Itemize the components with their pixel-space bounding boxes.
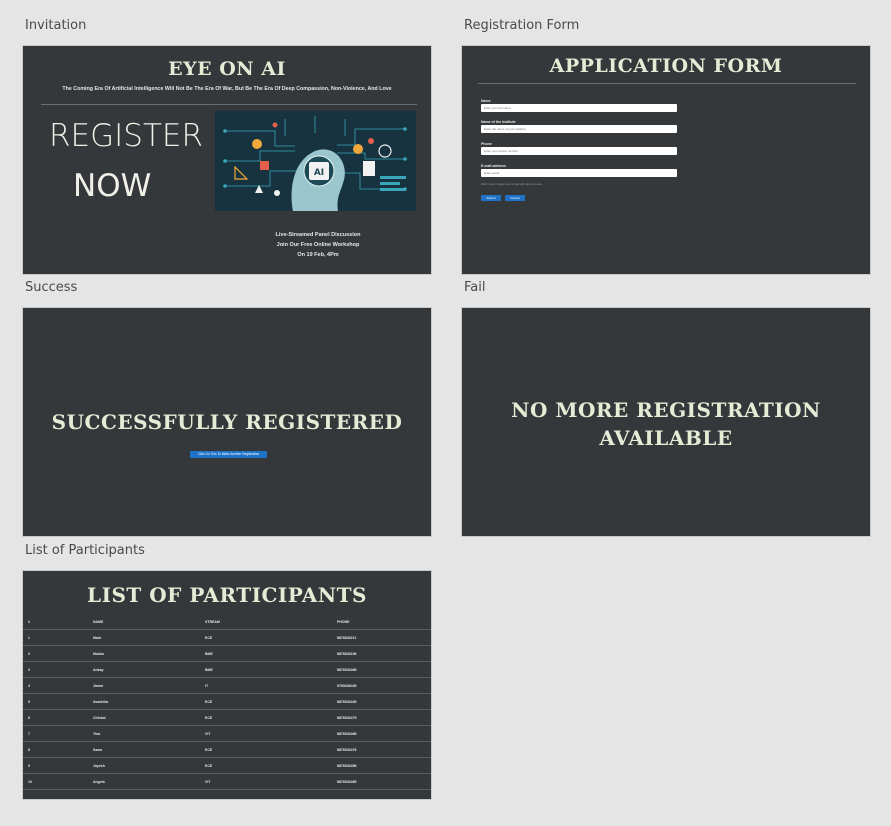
now-text: NOW [73, 168, 152, 204]
cell-name: Tina [93, 725, 205, 742]
cell-stream: ECE [205, 709, 337, 726]
success-title: SUCCESSFULLY REGISTERED [51, 410, 403, 434]
cell-phone: 8876543466 [337, 661, 431, 678]
participants-table: # NAME STREAM PHONE 1 Mark ECE 8876543211 2… [23, 615, 431, 790]
cell-number: 4 [23, 677, 93, 694]
participants-title: LIST OF PARTICIPANTS [87, 583, 367, 607]
event-info: Live-Streamed Panel Discussion Join Our … [253, 230, 383, 260]
event-info-line3: On 19 Feb, 4Pm [297, 252, 339, 258]
table-row: 6 Chinkal ECE 6876543475 [23, 709, 431, 726]
table-row: 5 Avashika ECE 6876543445 [23, 693, 431, 710]
phone-input[interactable] [481, 147, 677, 155]
cell-stream: BME [205, 661, 337, 678]
institute-label: Name of the Institute [481, 120, 516, 124]
divider [478, 83, 856, 84]
success-frame[interactable]: SUCCESSFULLY REGISTERED Click On This To… [22, 307, 432, 537]
ai-circuit-head-icon: AI [215, 111, 416, 211]
frame-label-participants: List of Participants [25, 543, 145, 558]
event-info-line2: Join Our Free Online Workshop [276, 242, 360, 248]
cell-stream: VIT [205, 773, 337, 790]
invitation-frame[interactable]: EYE ON AI The Coming Era Of Artificial I… [22, 45, 432, 275]
ai-badge: AI [314, 168, 324, 178]
email-label: E-mail address [481, 164, 506, 168]
email-input[interactable] [481, 169, 677, 177]
cell-stream: BME [205, 645, 337, 662]
cancel-button[interactable]: Cancel [505, 195, 525, 201]
cell-number: 8 [23, 741, 93, 758]
cell-name: Avashika [93, 693, 205, 710]
cell-number: 2 [23, 645, 93, 662]
cell-name: Ankay [93, 661, 205, 678]
table-row: 3 Ankay BME 8876543466 [23, 661, 431, 678]
cell-number: 9 [23, 757, 93, 774]
another-registration-button[interactable]: Click On This To Make Another Registrati… [190, 451, 267, 458]
fail-title-line2: AVAILABLE [599, 426, 733, 450]
registration-form-frame[interactable]: APPLICATION FORM Name Name of the Instit… [461, 45, 871, 275]
cell-number: 1 [23, 629, 93, 646]
cell-stream: IT [205, 677, 337, 694]
table-row: 10 Angela VIT 8876543465 [23, 773, 431, 790]
cell-phone: 6876543466 [337, 725, 431, 742]
column-header-name: NAME [93, 615, 205, 630]
cell-phone: 8876543465 [337, 773, 431, 790]
cell-name: Jimmi [93, 677, 205, 694]
cell-name: Mukku [93, 645, 205, 662]
table-header-row: # NAME STREAM PHONE [23, 615, 431, 630]
cell-number: 10 [23, 773, 93, 790]
table-row: 8 Sawn ECE 6876543476 [23, 741, 431, 758]
cell-stream: ECE [205, 693, 337, 710]
fail-title: NO MORE REGISTRATION AVAILABLE [462, 396, 870, 452]
cell-phone: 6876543246 [337, 645, 431, 662]
ai-illustration: AI [215, 111, 416, 211]
cell-number: 6 [23, 709, 93, 726]
cell-number: 7 [23, 725, 93, 742]
phone-label: Phone [481, 142, 492, 146]
cell-number: 5 [23, 693, 93, 710]
name-label: Name [481, 99, 491, 103]
fail-frame[interactable]: NO MORE REGISTRATION AVAILABLE [461, 307, 871, 537]
cell-name: Jayesh [93, 757, 205, 774]
cell-stream: ECE [205, 757, 337, 774]
cell-phone: 6876543476 [337, 741, 431, 758]
frame-label-invitation: Invitation [25, 18, 87, 33]
cell-phone: 8876543211 [337, 629, 431, 646]
cell-stream: VIT [205, 725, 337, 742]
cell-phone: 9765436445 [337, 677, 431, 694]
table-row: 1 Mark ECE 8876543211 [23, 629, 431, 646]
cell-stream: ECE [205, 741, 337, 758]
cell-name: Chinkal [93, 709, 205, 726]
cell-name: Mark [93, 629, 205, 646]
table-row: 9 Jayesh ECE 6876543456 [23, 757, 431, 774]
institute-input[interactable] [481, 125, 677, 133]
cell-phone: 6876543456 [337, 757, 431, 774]
event-info-line1: Live-Streamed Panel Discussion [275, 232, 361, 238]
frame-label-registration-form: Registration Form [464, 18, 580, 33]
cell-name: Sawn [93, 741, 205, 758]
form-title: APPLICATION FORM [549, 55, 783, 77]
column-header-number: # [23, 615, 93, 630]
submit-button[interactable]: Submit [481, 195, 501, 201]
frame-label-fail: Fail [464, 280, 486, 295]
invitation-subtitle: The Coming Era Of Artificial Intelligenc… [62, 86, 392, 92]
cell-stream: ECE [205, 629, 337, 646]
cell-phone: 6876543445 [337, 693, 431, 710]
table-row: 4 Jimmi IT 9765436445 [23, 677, 431, 694]
cell-name: Angela [93, 773, 205, 790]
table-row: 2 Mukku BME 6876543246 [23, 645, 431, 662]
name-input[interactable] [481, 104, 677, 112]
fail-title-line1: NO MORE REGISTRATION [511, 398, 821, 422]
cell-number: 3 [23, 661, 93, 678]
column-header-phone: PHONE [337, 615, 431, 630]
cell-phone: 6876543475 [337, 709, 431, 726]
email-help-text: We'll never share your email with anyone… [481, 182, 543, 186]
invitation-title: EYE ON AI [168, 58, 286, 80]
frame-label-success: Success [25, 280, 78, 295]
register-text: REGISTER [49, 118, 204, 154]
divider [41, 104, 417, 105]
participants-frame[interactable]: LIST OF PARTICIPANTS # NAME STREAM PHONE… [22, 570, 432, 800]
column-header-stream: STREAM [205, 615, 337, 630]
table-row: 7 Tina VIT 6876543466 [23, 725, 431, 742]
